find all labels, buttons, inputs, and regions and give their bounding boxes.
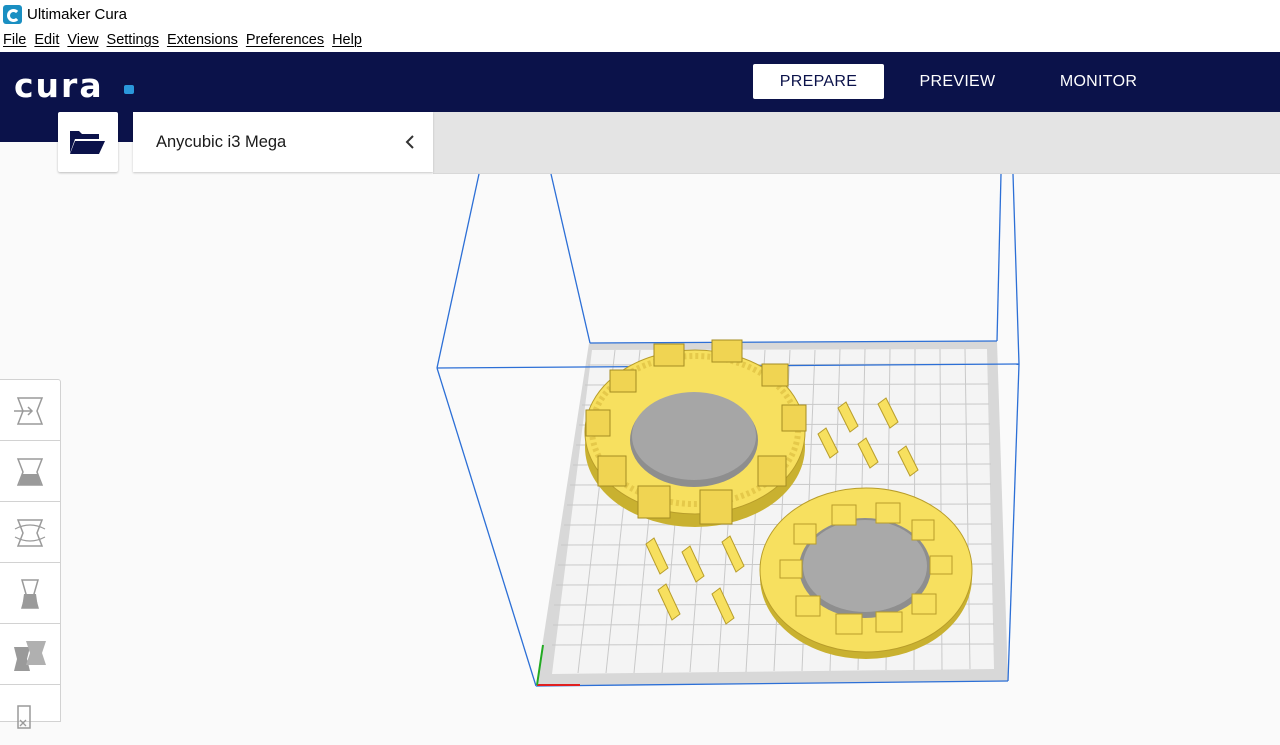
- window-titlebar: Ultimaker Cura: [0, 0, 1280, 30]
- printer-selector[interactable]: Anycubic i3 Mega: [133, 112, 433, 172]
- tool-panel: [0, 379, 61, 729]
- cura-logo: cura: [14, 66, 104, 105]
- support-blocker-button[interactable]: [0, 685, 60, 745]
- model-flat-ring[interactable]: [759, 487, 973, 659]
- scale-icon: [16, 458, 44, 486]
- menu-view[interactable]: View: [63, 30, 102, 52]
- cura-logo-dot: [124, 85, 134, 94]
- job-specs-bar: [433, 112, 1280, 174]
- stage-header: cura PREPARE PREVIEW MONITOR: [0, 52, 1280, 112]
- menu-settings[interactable]: Settings: [103, 30, 163, 52]
- tab-prepare[interactable]: PREPARE: [753, 64, 884, 99]
- per-model-settings-icon: [14, 641, 46, 671]
- tab-monitor[interactable]: MONITOR: [1033, 64, 1164, 99]
- menu-edit[interactable]: Edit: [30, 30, 63, 52]
- cura-app-icon: [3, 5, 22, 24]
- rotate-icon: [14, 519, 46, 547]
- support-blocker-icon: [17, 705, 31, 729]
- window-title: Ultimaker Cura: [27, 6, 128, 23]
- menu-help[interactable]: Help: [328, 30, 366, 52]
- menu-extensions[interactable]: Extensions: [163, 30, 242, 52]
- mirror-icon: [21, 579, 39, 609]
- menu-bar: File Edit View Settings Extensions Prefe…: [0, 30, 1280, 52]
- menu-file[interactable]: File: [0, 30, 30, 52]
- tab-preview[interactable]: PREVIEW: [892, 64, 1023, 99]
- per-model-settings-button[interactable]: [0, 624, 60, 685]
- menu-preferences[interactable]: Preferences: [242, 30, 328, 52]
- rotate-tool-button[interactable]: [0, 502, 60, 563]
- printer-name: Anycubic i3 Mega: [156, 133, 287, 151]
- mirror-tool-button[interactable]: [0, 563, 60, 624]
- chevron-left-icon[interactable]: [401, 132, 419, 152]
- scale-tool-button[interactable]: [0, 441, 60, 502]
- move-tool-button[interactable]: [0, 380, 60, 441]
- folder-open-icon: [70, 131, 105, 154]
- move-icon: [14, 397, 44, 425]
- open-file-button[interactable]: [58, 112, 118, 172]
- build-plate-viewport[interactable]: [0, 173, 1280, 720]
